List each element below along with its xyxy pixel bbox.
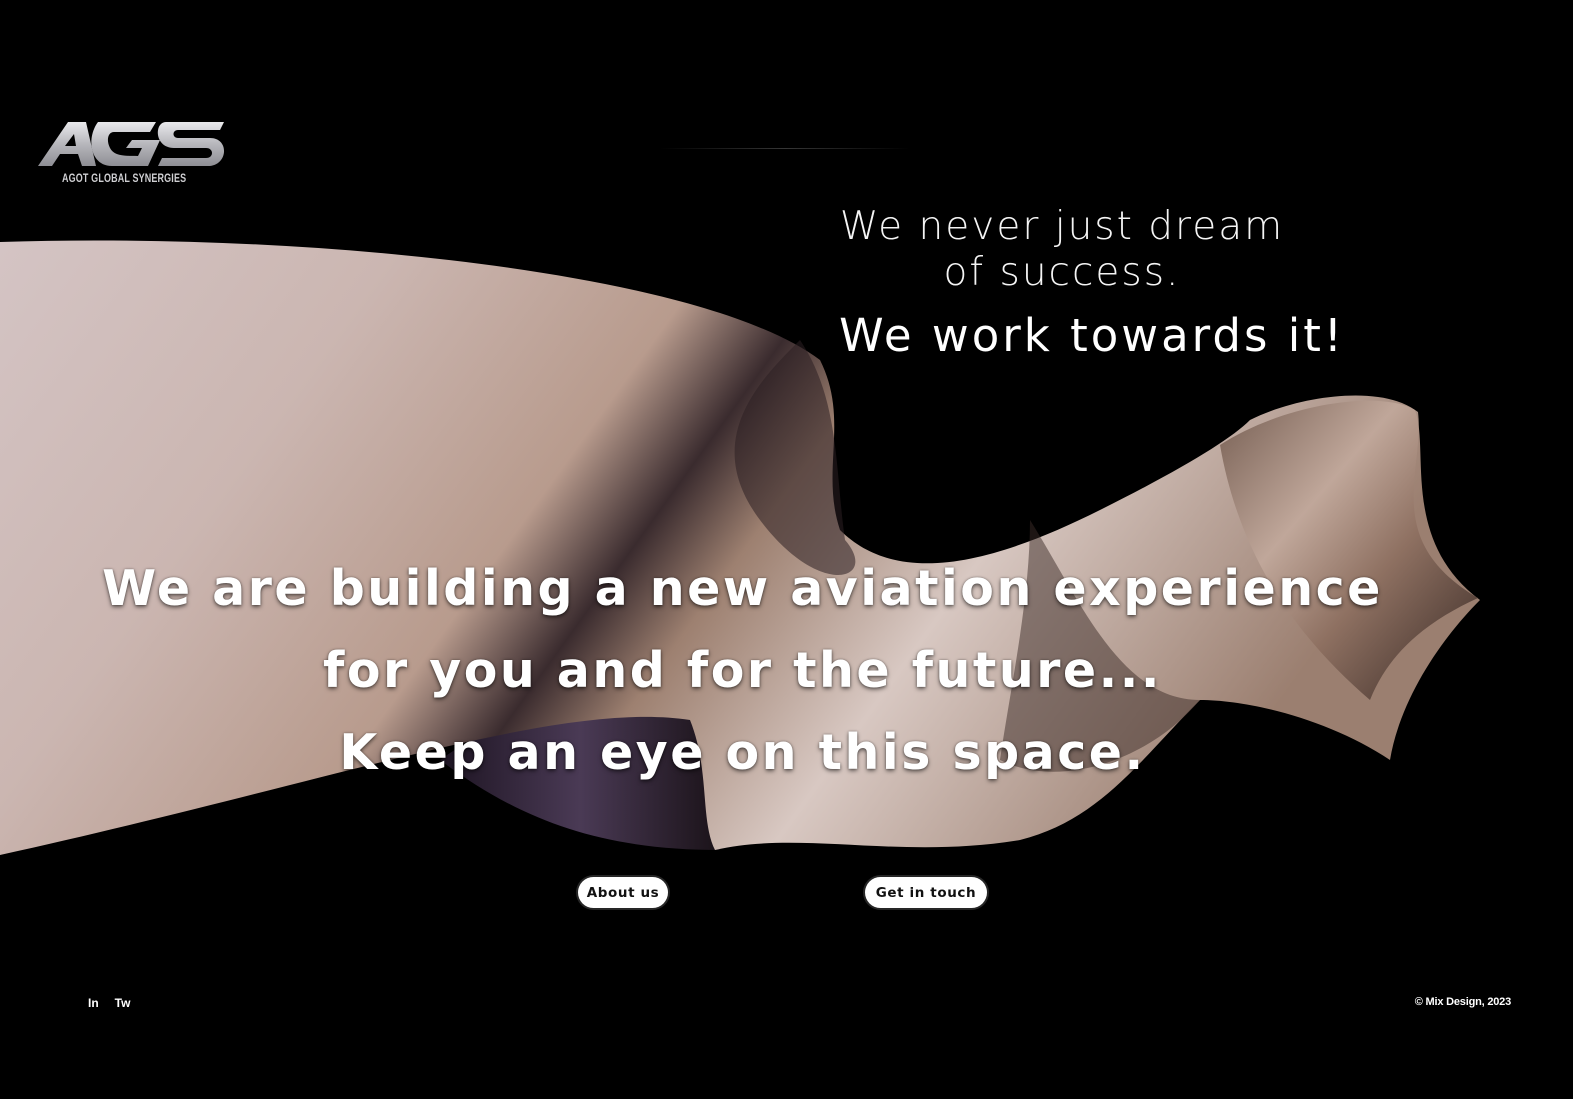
tagline-line-1: We never just dream [839, 204, 1285, 249]
tagline-line-3: We work towards it! [839, 309, 1345, 362]
headline-line-3: Keep an eye on this space. [339, 724, 1146, 781]
linkedin-link[interactable]: In [88, 996, 99, 1010]
logo-subtitle: AGOT GLOBAL SYNERGIES [62, 173, 187, 185]
get-in-touch-button[interactable]: Get in touch [865, 877, 987, 908]
brand-logo[interactable]: AGOT GLOBAL SYNERGIES [38, 118, 228, 194]
headline-line-2: for you and for the future... [323, 642, 1162, 699]
hero-tagline: We never just dream of success. We work … [820, 204, 1380, 364]
headline-line-1: We are building a new aviation experienc… [102, 560, 1383, 617]
twitter-link[interactable]: Tw [115, 996, 131, 1010]
decorative-line [660, 148, 910, 149]
social-links: In Tw [88, 996, 130, 1010]
ags-logo-mark [38, 122, 225, 166]
copyright-text: © Mix Design, 2023 [1414, 996, 1511, 1008]
hero-headline: We are building a new aviation experienc… [0, 548, 1485, 794]
tagline-line-2: of success. [943, 250, 1181, 295]
about-us-button[interactable]: About us [578, 877, 668, 908]
